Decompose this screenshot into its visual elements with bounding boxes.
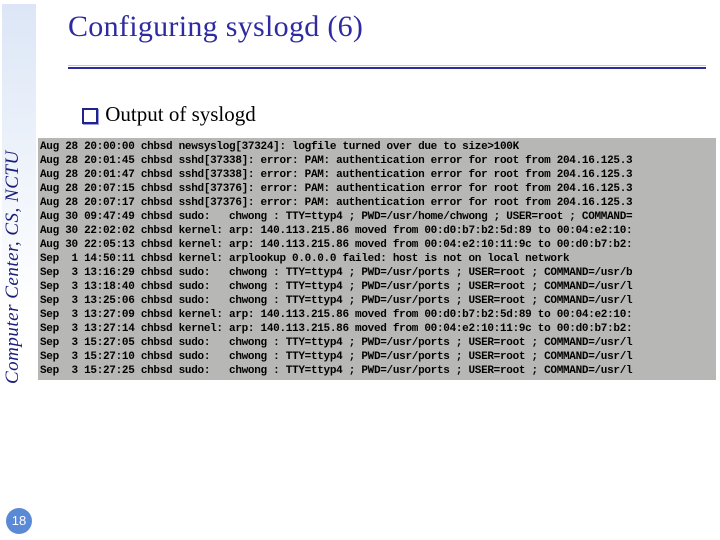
page-number-badge: 18 <box>6 508 32 534</box>
page-title: Configuring syslogd (6) <box>68 10 363 44</box>
bullet-square-icon <box>82 108 100 122</box>
terminal-output: Aug 28 20:00:00 chbsd newsyslog[37324]: … <box>38 138 716 380</box>
bullet-text: Output of syslogd <box>105 102 256 126</box>
title-underline <box>68 65 706 69</box>
bullet-output: Output of syslogd <box>82 102 256 127</box>
sidebar-label: Computer Center, CS, NCTU <box>2 4 36 388</box>
